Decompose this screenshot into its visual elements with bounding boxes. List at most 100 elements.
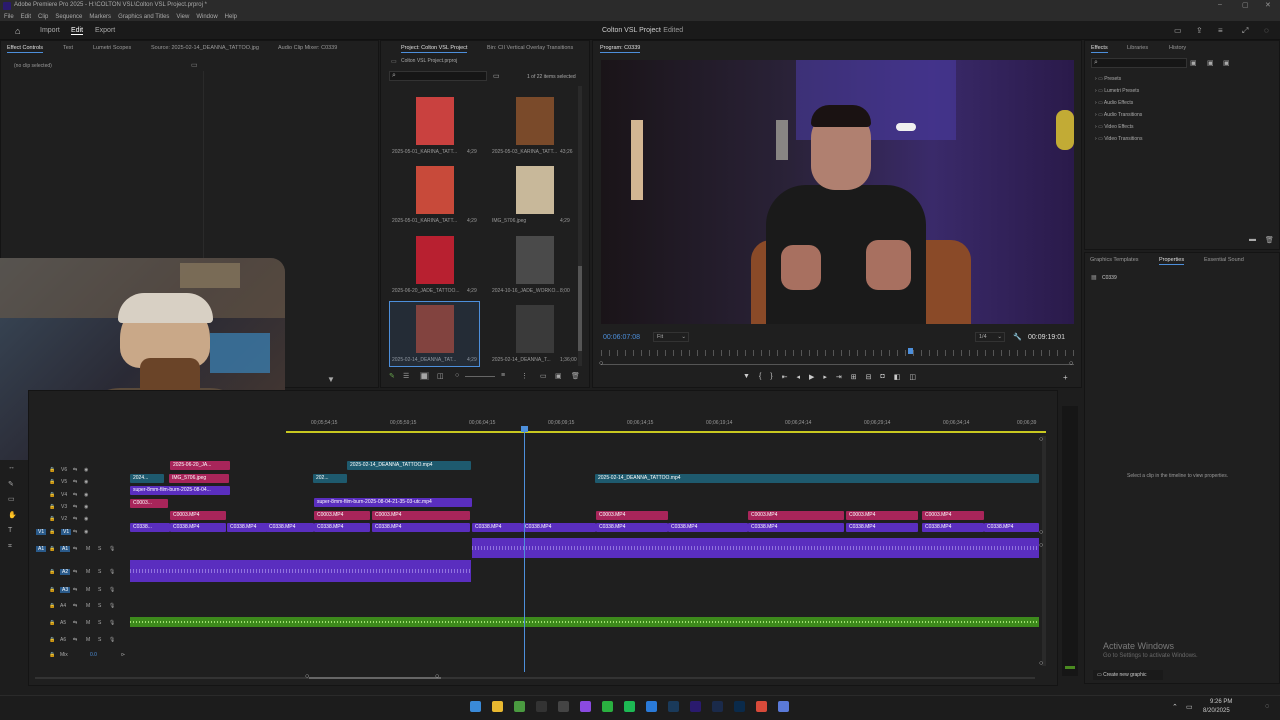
freeform-view-icon[interactable]: ◫: [437, 372, 444, 380]
32bit-icon[interactable]: ▣: [1207, 59, 1214, 67]
hand-tool-icon[interactable]: ✋: [8, 511, 17, 519]
export-frame-icon[interactable]: ◘: [881, 373, 885, 385]
video-track-label[interactable]: V2: [61, 516, 67, 522]
list-view-icon[interactable]: ☰: [403, 372, 409, 380]
tab-text[interactable]: Text: [63, 45, 73, 51]
selection-tool-icon[interactable]: ↔: [8, 464, 15, 471]
timeline-clip[interactable]: C0003.MP4: [846, 511, 918, 520]
mute-icon[interactable]: M: [86, 620, 90, 626]
menu-window[interactable]: Window: [196, 14, 217, 20]
solo-icon[interactable]: S: [98, 603, 101, 609]
mute-icon[interactable]: M: [86, 569, 90, 575]
project-thumbnail[interactable]: [516, 97, 554, 145]
fit-dropdown[interactable]: Fit ⌄: [653, 332, 689, 342]
eye-icon[interactable]: ◉: [84, 504, 88, 510]
mix-arrow-icon[interactable]: ⊳: [121, 652, 125, 658]
icon-view-icon[interactable]: ▦: [420, 372, 429, 380]
timeline-playhead[interactable]: [524, 426, 525, 672]
zoom-out-icon[interactable]: ○: [455, 372, 459, 379]
home-icon[interactable]: ⌂: [15, 26, 20, 36]
mute-icon[interactable]: M: [86, 603, 90, 609]
edge-icon[interactable]: [646, 701, 657, 712]
lock-icon[interactable]: 🔒: [49, 529, 55, 535]
solo-icon[interactable]: S: [98, 637, 101, 643]
timeline-clip[interactable]: super-8mm-film-burn-2025-08-04-21-35-03-…: [314, 498, 472, 507]
zoom-handle-right[interactable]: ○: [1069, 360, 1073, 367]
eye-icon[interactable]: ◉: [84, 516, 88, 522]
scroll-handle-audio[interactable]: ○: [1039, 542, 1043, 549]
lock-icon[interactable]: 🔒: [49, 492, 55, 498]
new-bin-icon[interactable]: ▭: [493, 72, 500, 80]
sync-icon[interactable]: ⇆: [73, 637, 77, 643]
solo-icon[interactable]: S: [98, 587, 101, 593]
project-thumbnail[interactable]: [516, 236, 554, 284]
tree-item[interactable]: › ▭ Video Transitions: [1095, 136, 1215, 146]
create-graphic-button[interactable]: ▭ Create new graphic: [1093, 670, 1163, 680]
scroll-handle-bottom[interactable]: ○: [1039, 660, 1043, 667]
accelerated-icon[interactable]: ▣: [1190, 59, 1197, 67]
project-thumbnail[interactable]: [416, 166, 454, 214]
notifications-icon[interactable]: ◌: [1264, 26, 1269, 35]
sync-icon[interactable]: ⇆: [73, 603, 77, 609]
step-back-icon[interactable]: ◂: [797, 373, 801, 385]
trash-icon[interactable]: 🗑: [571, 372, 580, 380]
spotify-icon[interactable]: [624, 701, 635, 712]
sync-icon[interactable]: ⇆: [73, 516, 77, 522]
lock-icon[interactable]: 🔒: [49, 467, 55, 473]
eye-icon[interactable]: ◉: [84, 479, 88, 485]
mic-icon[interactable]: 🎙: [109, 546, 115, 552]
video-track-label[interactable]: V6: [61, 467, 67, 473]
video-track-label[interactable]: V4: [61, 492, 67, 498]
tab-lumetri-scopes[interactable]: Lumetri Scopes: [93, 45, 131, 51]
chrome-icon[interactable]: [514, 701, 525, 712]
delete-icon[interactable]: 🗑: [1265, 236, 1274, 244]
go-to-out-icon[interactable]: ⇥: [836, 373, 842, 385]
slip-tool-icon[interactable]: ▭: [8, 495, 15, 503]
sync-icon[interactable]: ⇆: [73, 546, 77, 552]
timeline-clip[interactable]: C0338.MP4: [227, 523, 267, 532]
playhead-timecode[interactable]: 00:06:07:08: [603, 334, 640, 341]
extract-icon[interactable]: ⊟: [866, 373, 872, 385]
marker-icon[interactable]: ▼: [743, 373, 750, 385]
timeline-clip[interactable]: C0003.MP4: [314, 511, 370, 520]
timeline-v-scrollbar[interactable]: [1042, 436, 1046, 666]
mic-icon[interactable]: 🎙: [109, 569, 115, 575]
timeline-clip[interactable]: 202...: [313, 474, 347, 483]
timeline-clip[interactable]: C0338.MP4: [922, 523, 984, 532]
a1-source-patch[interactable]: A1: [36, 546, 47, 552]
menu-view[interactable]: View: [176, 14, 189, 20]
sync-icon[interactable]: ⇆: [73, 620, 77, 626]
video-track-label[interactable]: V1: [61, 529, 72, 535]
zoom-slider[interactable]: [465, 376, 495, 377]
sync-icon[interactable]: ⇆: [73, 569, 77, 575]
tab-graphics-templates[interactable]: Graphics Templates: [1090, 257, 1139, 263]
automate-icon[interactable]: ⋮: [521, 372, 528, 380]
timeline-clip[interactable]: C0003.MP4: [596, 511, 668, 520]
snipping-tool-icon[interactable]: [778, 701, 789, 712]
notification-bell-icon[interactable]: ◌: [1265, 703, 1269, 710]
minimize-icon[interactable]: –: [1218, 1, 1222, 8]
timeline-clip[interactable]: C0003.MP4: [372, 511, 470, 520]
tab-export[interactable]: Export: [95, 27, 115, 34]
timeline-clip[interactable]: C0338.MP4: [266, 523, 314, 532]
tab-history[interactable]: History: [1169, 45, 1186, 51]
project-thumbnail[interactable]: [416, 236, 454, 284]
menu-help[interactable]: Help: [225, 14, 237, 20]
tree-item[interactable]: › ▭ Audio Transitions: [1095, 112, 1215, 122]
tab-libraries[interactable]: Libraries: [1127, 45, 1148, 51]
lock-icon[interactable]: 🔒: [49, 620, 55, 626]
project-thumbnail[interactable]: [516, 166, 554, 214]
tree-item[interactable]: › ▭ Lumetri Presets: [1095, 88, 1215, 98]
tray-chevron-icon[interactable]: ⌃: [1172, 703, 1178, 711]
menu-sequence[interactable]: Sequence: [55, 14, 82, 20]
windows-start-icon[interactable]: [470, 701, 481, 712]
lock-icon[interactable]: 🔒: [49, 569, 55, 575]
sync-icon[interactable]: ⇆: [73, 504, 77, 510]
close-icon[interactable]: ✕: [1265, 1, 1271, 9]
timeline-clip[interactable]: C0338.MP4: [596, 523, 668, 532]
eye-icon[interactable]: ◉: [84, 492, 88, 498]
lock-icon[interactable]: 🔒: [49, 479, 55, 485]
tab-import[interactable]: Import: [40, 27, 60, 34]
lightroom-icon[interactable]: [712, 701, 723, 712]
tab-properties[interactable]: Properties: [1159, 257, 1185, 265]
